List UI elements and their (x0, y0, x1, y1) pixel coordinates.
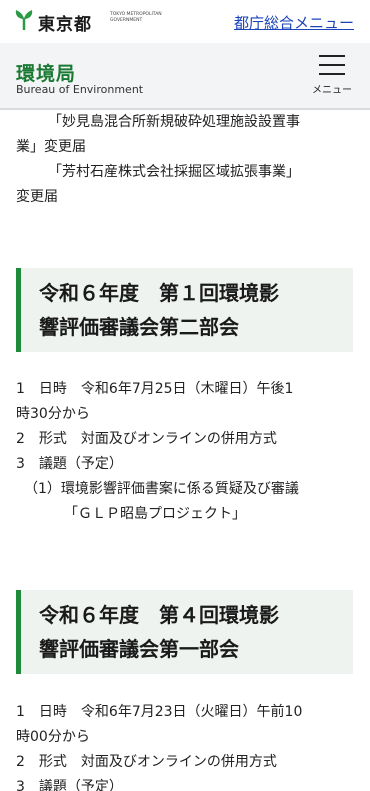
menu-label: メニュー (312, 85, 352, 96)
section-title-line: 響評価審議会第二部会 (39, 315, 239, 339)
list-item: （1）環境影響評価書案に係る質疑及び審議 (24, 481, 299, 497)
section-heading-1: 令和６年度 第１回環境影 響評価審議会第二部会 (16, 268, 353, 352)
tokyo-ginkgo-logo-icon[interactable] (14, 9, 34, 31)
list-item: 時30分から (16, 406, 90, 422)
bureau-title[interactable]: 環境局 (16, 59, 76, 86)
section-title-line: 響評価審議会第一部会 (39, 637, 239, 661)
section-heading-2: 令和６年度 第４回環境影 響評価審議会第一部会 (16, 590, 353, 674)
section-title-line: 令和６年度 第４回環境影 (39, 603, 279, 627)
section-2-items: 1 日時 令和6年7月23日（火曜日）午前10 時00分から 2 形式 対面及び… (16, 700, 361, 791)
general-menu-link[interactable]: 都庁総合メニュー (234, 12, 354, 33)
hamburger-icon (319, 55, 345, 75)
intro-line: 「芳村石産株式会社採掘区域拡張事業」 (48, 164, 300, 180)
intro-line: 「妙見島混合所新規破砕処理施設設置事 (48, 114, 300, 130)
hamburger-menu-button[interactable]: メニュー (312, 53, 352, 101)
list-item: 「ＧＬＰ昭島プロジェクト」 (64, 506, 246, 522)
logo-text[interactable]: 東京都 (38, 10, 92, 35)
list-item: 2 形式 対面及びオンラインの併用方式 (16, 754, 277, 770)
site-header: 環境局 Bureau of Environment メニュー (0, 43, 370, 110)
top-bar: 東京都 TOKYO METROPOLITAN GOVERNMENT 都庁総合メニ… (0, 0, 370, 43)
section-1-items: 1 日時 令和6年7月25日（木曜日）午後1 時30分から 2 形式 対面及びオ… (16, 377, 361, 527)
list-item: 時00分から (16, 729, 90, 745)
list-item: 3 議題（予定） (16, 456, 123, 472)
intro-line: 変更届 (16, 189, 58, 205)
section-title-line: 令和６年度 第１回環境影 (39, 281, 279, 305)
list-item: 1 日時 令和6年7月23日（火曜日）午前10 (16, 704, 303, 720)
list-item: 3 議題（予定） (16, 779, 123, 791)
list-item: 1 日時 令和6年7月25日（木曜日）午後1 (16, 381, 294, 397)
logo-subtext: TOKYO METROPOLITAN GOVERNMENT (110, 12, 162, 23)
bureau-subtitle: Bureau of Environment (16, 83, 144, 96)
intro-line: 業」変更届 (16, 139, 86, 155)
list-item: 2 形式 対面及びオンラインの併用方式 (16, 431, 277, 447)
intro-list: 「妙見島混合所新規破砕処理施設設置事 業」変更届 「芳村石産株式会社採掘区域拡張… (16, 110, 361, 210)
